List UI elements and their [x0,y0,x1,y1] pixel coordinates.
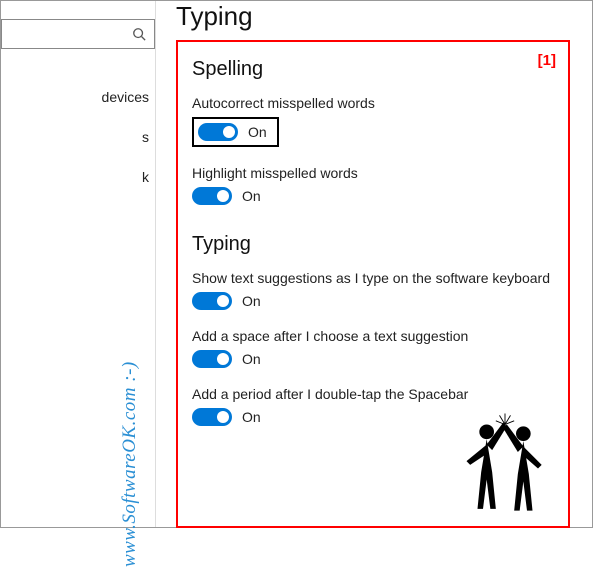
page-title: Typing [176,1,570,32]
sidebar-item-label: k [142,169,149,185]
section-heading-spelling: Spelling [192,58,554,81]
annotation-marker-1: [1] [538,52,556,69]
setting-label: Add a space after I choose a text sugges… [192,328,554,344]
setting-label: Add a period after I double-tap the Spac… [192,386,554,402]
toggle-knob [223,126,235,138]
setting-label: Highlight misspelled words [192,165,554,181]
toggle-state-label: On [242,351,261,367]
toggle-knob [217,411,229,423]
sidebar-item-devices[interactable]: devices [1,77,155,117]
toggle-suggestions[interactable] [192,292,232,310]
toggle-highlight[interactable] [192,187,232,205]
setting-text-suggestions: Show text suggestions as I type on the s… [192,270,554,310]
setting-label: Autocorrect misspelled words [192,95,554,111]
setting-add-period: Add a period after I double-tap the Spac… [192,386,554,426]
setting-add-space: Add a space after I choose a text sugges… [192,328,554,368]
toggle-state-label: On [242,409,261,425]
toggle-state-label: On [242,293,261,309]
settings-sidebar: devices s k [1,1,156,527]
sidebar-item[interactable]: s [1,117,155,157]
setting-highlight-misspelled: Highlight misspelled words On [192,165,554,205]
section-heading-typing: Typing [192,233,554,256]
annotation-black-box: On [192,117,279,147]
toggle-knob [217,190,229,202]
search-input[interactable] [1,19,155,49]
toggle-autocorrect[interactable] [198,123,238,141]
sidebar-item-label: devices [102,89,149,105]
toggle-state-label: On [242,188,261,204]
setting-autocorrect: Autocorrect misspelled words On [192,95,554,147]
toggle-state-label: On [248,124,267,140]
annotation-red-box: [1] Spelling Autocorrect misspelled word… [176,40,570,528]
toggle-knob [217,353,229,365]
setting-label: Show text suggestions as I type on the s… [192,270,554,286]
sidebar-item[interactable]: k [1,157,155,197]
search-icon [132,27,146,41]
toggle-add-period[interactable] [192,408,232,426]
toggle-add-space[interactable] [192,350,232,368]
sidebar-item-label: s [142,129,149,145]
toggle-knob [217,295,229,307]
main-panel: Typing [1] Spelling Autocorrect misspell… [156,1,584,521]
